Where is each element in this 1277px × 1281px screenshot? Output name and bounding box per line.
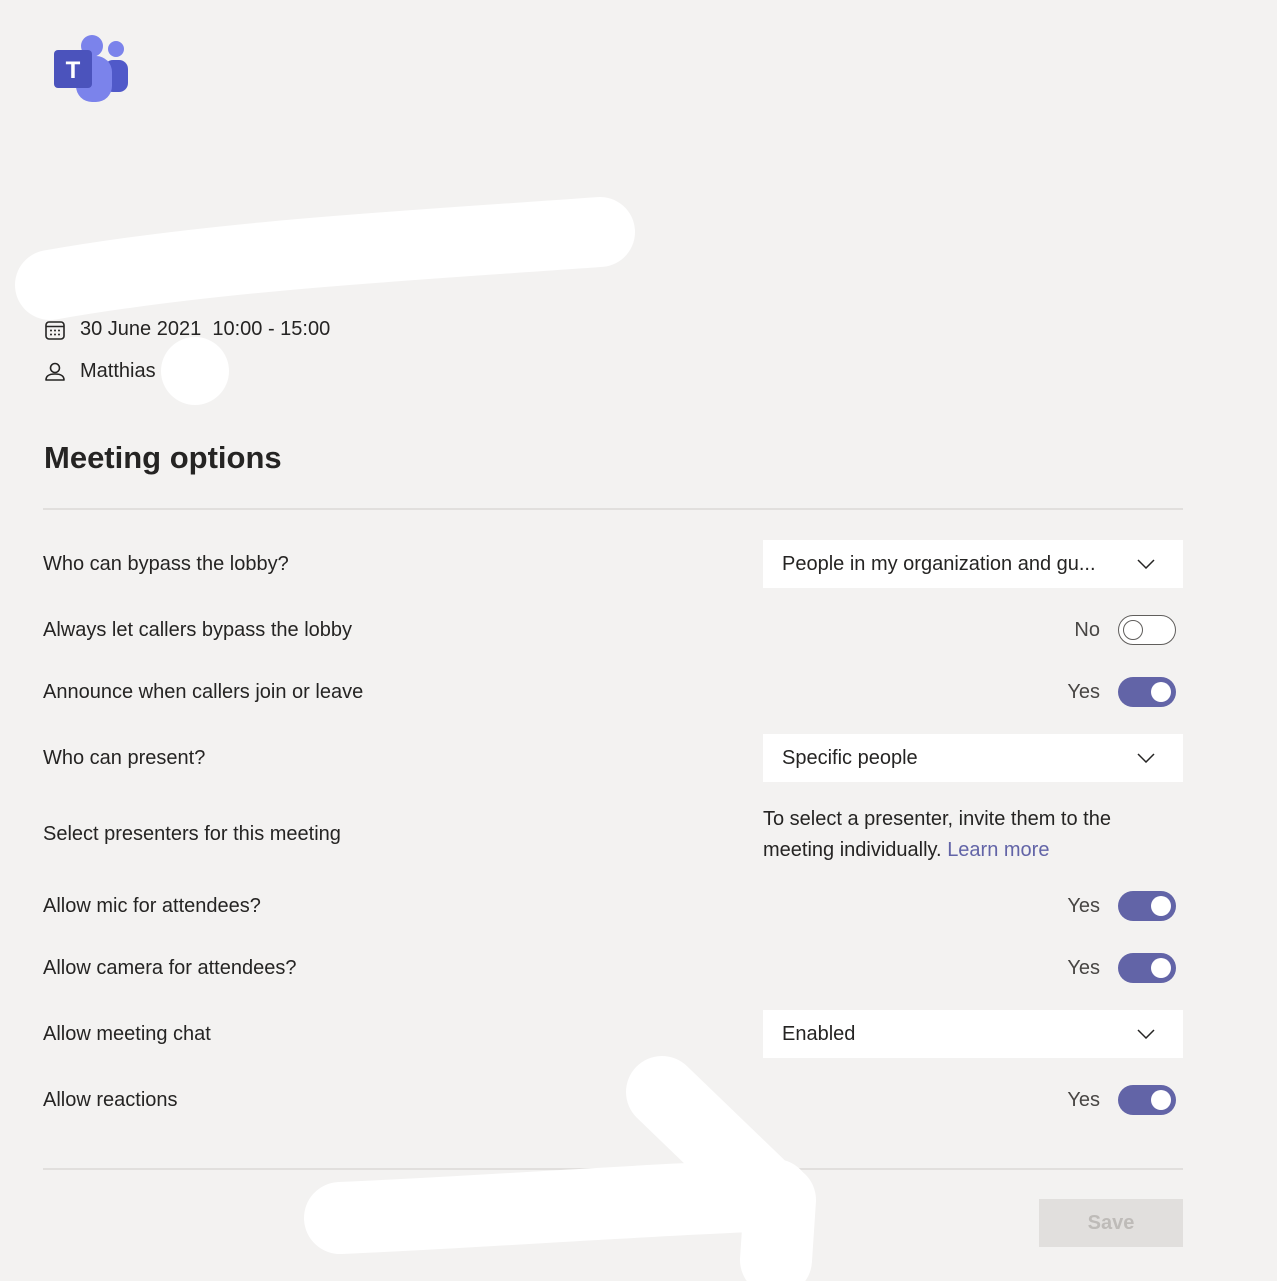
redaction-scribble [15,197,816,1281]
